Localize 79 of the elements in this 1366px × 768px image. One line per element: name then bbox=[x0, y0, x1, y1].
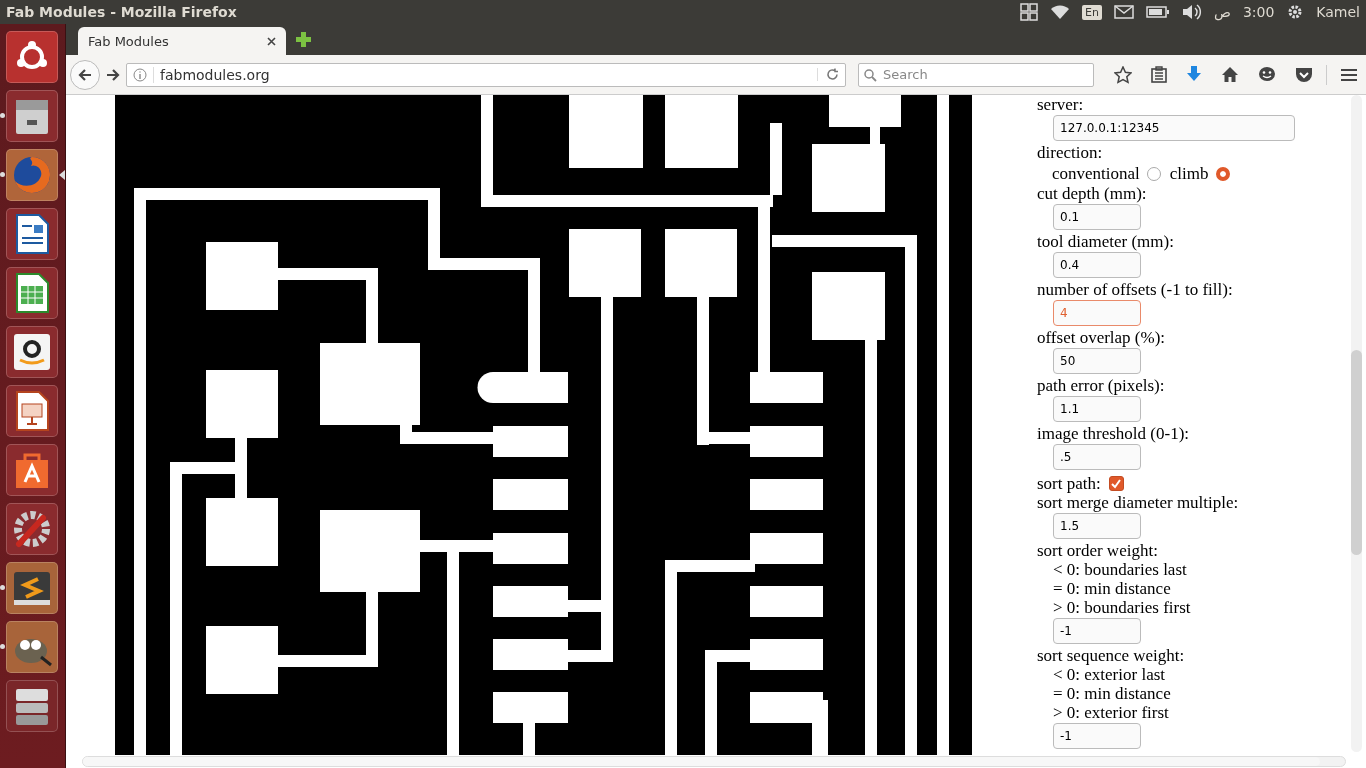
note-text: > 0: exterior first bbox=[1052, 703, 1170, 722]
input-field[interactable]: 1.5 bbox=[1053, 513, 1141, 539]
launcher-item[interactable] bbox=[6, 325, 58, 378]
input-field[interactable]: 1.1 bbox=[1053, 396, 1141, 422]
field-label: image threshold (0-1): bbox=[1037, 424, 1190, 443]
menu-icon[interactable] bbox=[1340, 67, 1358, 82]
input-field[interactable]: -1 bbox=[1053, 618, 1141, 644]
launcher-item[interactable] bbox=[6, 620, 58, 673]
field-label: offset overlap (%): bbox=[1037, 328, 1167, 347]
note-text: < 0: boundaries last bbox=[1052, 560, 1188, 579]
info-icon[interactable] bbox=[133, 67, 147, 82]
input-field[interactable]: 127.0.0.1:12345 bbox=[1053, 115, 1295, 141]
checkbox-label: sort path: bbox=[1037, 474, 1101, 493]
spreadsheet-icon bbox=[14, 271, 50, 314]
download-icon[interactable] bbox=[1186, 66, 1202, 83]
horizontal-scrollbar[interactable] bbox=[82, 756, 1346, 767]
scrollbar-thumb[interactable] bbox=[83, 757, 1320, 766]
checkbox[interactable] bbox=[1108, 476, 1124, 491]
workspaces-icon[interactable] bbox=[1020, 3, 1039, 21]
field-label: sort order weight: bbox=[1037, 541, 1159, 560]
field-label: tool diameter (mm): bbox=[1037, 232, 1175, 251]
launcher-item[interactable] bbox=[6, 207, 58, 260]
input-field[interactable]: 0.1 bbox=[1053, 204, 1141, 230]
launcher-item[interactable] bbox=[6, 266, 58, 319]
wifi-icon[interactable] bbox=[1050, 4, 1071, 20]
note-text: > 0: boundaries first bbox=[1052, 598, 1192, 617]
launcher-item[interactable] bbox=[6, 30, 58, 83]
search-icon bbox=[864, 68, 877, 82]
field-label: number of offsets (-1 to fill): bbox=[1037, 280, 1234, 299]
radio-label: climb bbox=[1169, 164, 1209, 184]
input-field[interactable]: 0.4 bbox=[1053, 252, 1141, 278]
address-bar[interactable]: fabmodules.org bbox=[126, 62, 846, 87]
launcher-item[interactable] bbox=[6, 89, 58, 142]
clock[interactable]: 3:00 bbox=[1242, 4, 1275, 20]
text-document-icon bbox=[14, 212, 50, 255]
clock-suffix[interactable]: ص bbox=[1213, 4, 1231, 20]
clipboard-list-icon[interactable] bbox=[1151, 66, 1167, 83]
browser-tab[interactable]: Fab Modules bbox=[78, 27, 286, 55]
mail-icon[interactable] bbox=[1113, 5, 1134, 19]
launcher-item[interactable] bbox=[6, 384, 58, 437]
field-label: cut depth (mm): bbox=[1037, 184, 1148, 203]
field-label: server: bbox=[1037, 95, 1085, 114]
keyboard-layout-indicator[interactable]: En bbox=[1082, 4, 1102, 20]
input-field[interactable]: -1 bbox=[1053, 723, 1141, 749]
vertical-scrollbar[interactable] bbox=[1351, 95, 1362, 752]
launcher-item[interactable] bbox=[6, 443, 58, 496]
pocket-icon[interactable] bbox=[1295, 66, 1313, 83]
close-icon[interactable] bbox=[267, 36, 276, 46]
field-label: sort merge diameter multiple: bbox=[1037, 493, 1240, 512]
back-button[interactable] bbox=[70, 59, 100, 90]
home-icon[interactable] bbox=[1221, 66, 1239, 83]
radio-button[interactable] bbox=[1146, 167, 1161, 181]
scrollbar-thumb[interactable] bbox=[1351, 350, 1362, 555]
launcher-item[interactable] bbox=[6, 502, 58, 555]
new-tab-icon[interactable] bbox=[296, 32, 311, 47]
window-title: Fab Modules - Mozilla Firefox bbox=[6, 4, 237, 20]
field-label: path error (pixels): bbox=[1037, 376, 1166, 395]
presentation-icon bbox=[14, 389, 50, 432]
forward-icon[interactable] bbox=[106, 67, 120, 82]
battery-icon[interactable] bbox=[1145, 5, 1170, 19]
note-text: = 0: min distance bbox=[1052, 579, 1172, 598]
note-text: < 0: exterior last bbox=[1052, 665, 1167, 684]
tab-title: Fab Modules bbox=[88, 33, 169, 49]
chat-bubble-icon[interactable] bbox=[1258, 66, 1276, 83]
field-label: direction: bbox=[1037, 143, 1104, 162]
volume-icon[interactable] bbox=[1181, 4, 1202, 20]
back-arrow-icon bbox=[78, 67, 92, 82]
bookmark-star-icon[interactable] bbox=[1114, 65, 1132, 84]
input-field[interactable]: 50 bbox=[1053, 348, 1141, 374]
launcher-item[interactable] bbox=[6, 679, 58, 732]
note-text: = 0: min distance bbox=[1052, 684, 1172, 703]
radio-label: conventional bbox=[1052, 164, 1140, 184]
radio-button[interactable] bbox=[1215, 167, 1230, 181]
field-label: sort sequence weight: bbox=[1037, 646, 1186, 665]
search-field[interactable]: Search bbox=[858, 62, 1094, 87]
launcher-item[interactable] bbox=[6, 561, 58, 614]
input-field[interactable]: .5 bbox=[1053, 444, 1141, 470]
user-name[interactable]: Kamel bbox=[1316, 4, 1360, 20]
reload-icon[interactable] bbox=[817, 68, 839, 81]
